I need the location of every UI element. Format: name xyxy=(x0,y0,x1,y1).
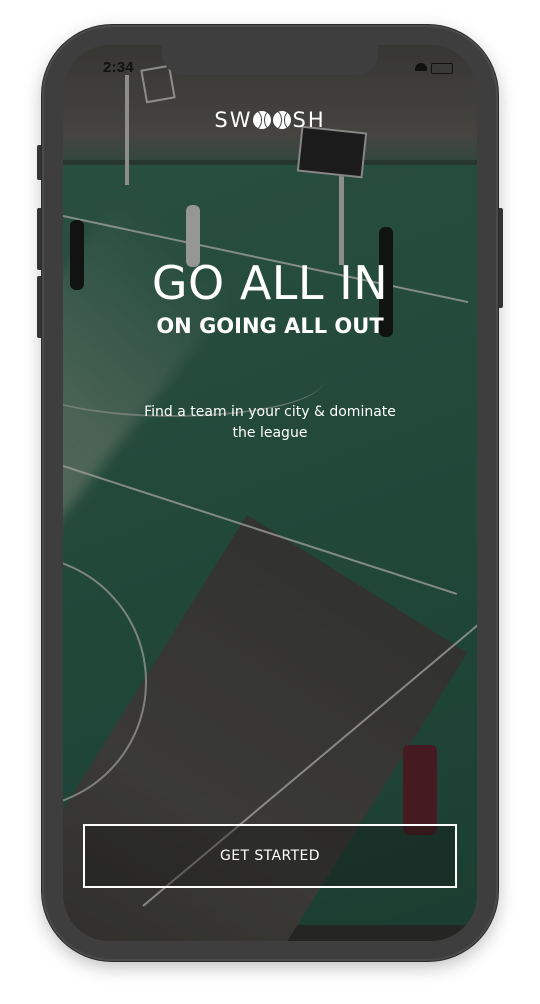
notch xyxy=(162,45,378,75)
get-started-button[interactable]: GET STARTED xyxy=(83,824,457,888)
hero-tagline: Find a team in your city & dominate the … xyxy=(144,404,396,441)
hero-subheadline: ON GOING ALL OUT xyxy=(156,314,384,338)
dark-overlay xyxy=(63,45,477,941)
hero-headline: GO ALL IN xyxy=(151,256,389,310)
basketball-icon xyxy=(273,111,292,129)
logo-text-right: SH xyxy=(292,108,326,132)
status-time: 2:34 xyxy=(103,59,134,76)
logo-text-left: SW xyxy=(214,108,253,132)
battery-icon xyxy=(431,63,453,74)
basketball-icon xyxy=(253,111,272,129)
brand-logo: SW SH xyxy=(63,107,477,132)
status-icons xyxy=(415,61,455,74)
wifi-icon xyxy=(415,63,427,71)
app-screen: 2:34 SW SH GO ALL IN ON GOING ALL OUT Fin… xyxy=(63,45,477,941)
